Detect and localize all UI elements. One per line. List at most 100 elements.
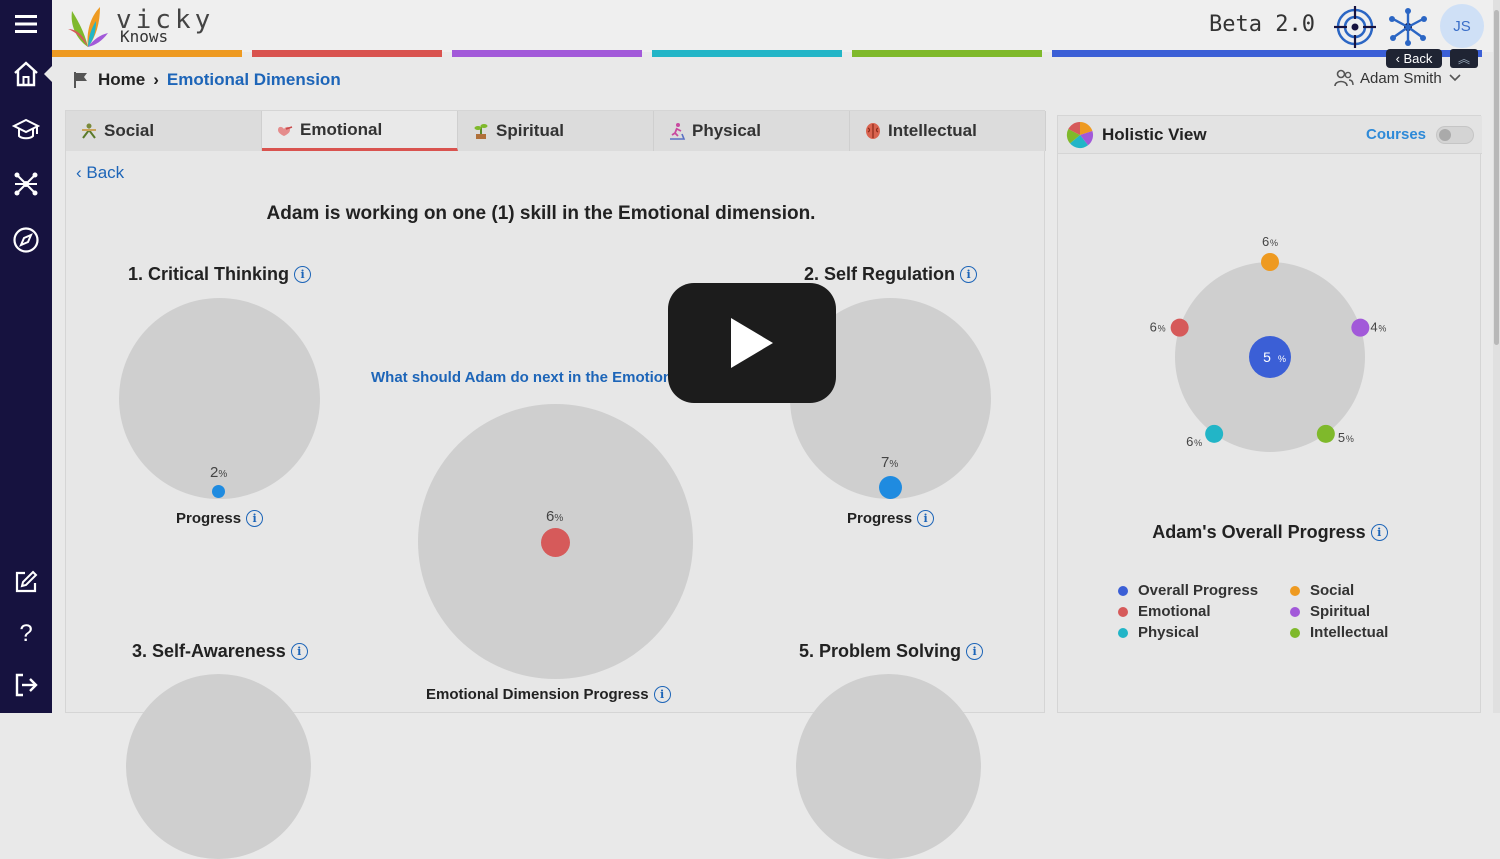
skill-title-label: 2. Self Regulation — [804, 264, 956, 284]
emotional-icon — [278, 125, 293, 136]
info-icon[interactable]: i — [290, 643, 308, 660]
legend-label: Physical — [1138, 624, 1199, 641]
info-icon[interactable]: i — [917, 510, 935, 527]
play-icon — [731, 318, 773, 368]
user-avatar[interactable]: JS — [1440, 4, 1484, 48]
dimension-point-physical — [1205, 424, 1224, 443]
skill-bubble-self-awareness[interactable] — [126, 674, 311, 859]
compass-icon[interactable] — [8, 222, 44, 258]
skill-title-problem-solving: 5. Problem Solving i — [799, 641, 984, 662]
legend-dot — [1118, 627, 1128, 638]
brand-stripe-segment — [852, 50, 1042, 57]
tab-emotional-label: Emotional — [300, 119, 383, 139]
legend-dot — [1118, 606, 1128, 617]
vicky-knows-logo[interactable]: vicky Knows — [66, 0, 214, 52]
percent-sign: % — [1194, 438, 1202, 448]
tab-intellectual[interactable]: Intellectual — [850, 111, 1046, 151]
tab-social[interactable]: Social — [66, 111, 262, 151]
courses-toggle[interactable] — [1436, 126, 1474, 144]
skill-title-label: 3. Self-Awareness — [132, 641, 286, 661]
legend-item: Intellectual — [1290, 624, 1430, 641]
dimension-progress-dot — [541, 528, 570, 557]
info-icon[interactable]: i — [1370, 524, 1388, 541]
skill-title-label: 1. Critical Thinking — [128, 264, 290, 284]
legend-dot — [1290, 627, 1300, 638]
skill-bubble-problem-solving[interactable] — [796, 674, 981, 859]
breadcrumb-separator: › — [153, 70, 159, 89]
sidebar-active-marker — [44, 66, 52, 82]
dimension-progress-label: Emotional Dimension Progress i — [426, 686, 671, 703]
brand-stripe-segment — [252, 50, 442, 57]
users-icon — [1334, 69, 1354, 87]
info-icon[interactable]: i — [960, 266, 978, 283]
info-icon[interactable]: i — [294, 266, 312, 283]
brand-stripe-segment — [652, 50, 842, 57]
dimension-point-value: 6 — [1186, 434, 1193, 449]
edit-icon[interactable] — [8, 564, 44, 600]
legend-label: Spiritual — [1310, 603, 1371, 620]
dimension-point-value: 6 — [1262, 234, 1269, 249]
dimension-point-value: 5 — [1338, 430, 1345, 445]
holistic-legend: Overall Progress Social Emotional Spiritual… — [1118, 582, 1438, 641]
dimension-headline: Adam is working on one (1) skill in the … — [266, 203, 816, 224]
back-link-label: Back — [86, 163, 125, 182]
user-menu[interactable]: Adam Smith — [1334, 69, 1462, 87]
breadcrumb-current: Emotional Dimension — [166, 70, 341, 89]
breadcrumb-home[interactable]: Home — [98, 70, 145, 90]
skill-percent-self-regulation: 7% — [881, 454, 899, 471]
brand-stripe-segment — [452, 50, 642, 57]
dimension-panel: Social Emotional Spiritual Physical Inte… — [65, 110, 1046, 859]
legend-item: Emotional — [1118, 603, 1290, 620]
network-icon[interactable] — [8, 166, 44, 202]
back-link[interactable]: ‹ Back — [76, 163, 124, 183]
dimension-point-spiritual — [1351, 318, 1370, 337]
info-icon[interactable]: i — [246, 510, 264, 527]
holistic-view-panel: Holistic View Courses 5% 6% 4% 5% 6% 6% Adam'… — [1057, 115, 1482, 713]
legend-label: Emotional — [1138, 603, 1211, 620]
home-icon[interactable] — [8, 56, 44, 92]
help-icon[interactable]: ? — [8, 616, 44, 652]
tab-physical[interactable]: Physical — [654, 111, 850, 151]
brand-stripe-segment — [52, 50, 242, 57]
overall-progress-title: Adam's Overall Progress i — [1058, 522, 1482, 543]
tab-intellectual-label: Intellectual — [888, 121, 977, 140]
skill-progress-label: Progress i — [847, 510, 935, 527]
page-scrollbar[interactable] — [1493, 0, 1500, 713]
scrollbar-thumb[interactable] — [1494, 10, 1499, 345]
info-icon[interactable]: i — [966, 643, 984, 660]
skill-title-label: 5. Problem Solving — [799, 641, 962, 661]
next-step-link[interactable]: What should Adam do next in the Emotiona… — [371, 369, 698, 386]
header-back-button[interactable]: ‹ Back — [1386, 49, 1442, 68]
menu-icon[interactable] — [8, 6, 44, 42]
target-icon[interactable] — [1333, 5, 1377, 49]
legend-item: Social — [1290, 582, 1430, 599]
graduation-cap-icon[interactable] — [8, 112, 44, 148]
holistic-view-title: Holistic View — [1102, 125, 1207, 144]
logo-mark-icon — [68, 7, 108, 47]
tab-emotional[interactable]: Emotional — [262, 111, 458, 151]
spiritual-icon — [474, 124, 488, 139]
intellectual-icon — [866, 123, 880, 139]
network-hub-icon[interactable] — [1386, 5, 1430, 49]
chevron-down-icon — [1449, 74, 1461, 82]
breadcrumb: Home › Emotional Dimension — [72, 68, 341, 92]
pie-chart-icon — [1066, 121, 1094, 149]
scroll-up-icon[interactable]: ︽ — [1450, 49, 1478, 68]
skill-progress-dot-critical-thinking — [212, 485, 225, 498]
brand-color-stripe — [52, 50, 1495, 57]
info-icon[interactable]: i — [653, 686, 671, 703]
dimension-percent: 6% — [546, 508, 564, 525]
toggle-knob — [1439, 129, 1451, 141]
logout-icon[interactable] — [8, 667, 44, 703]
percent-sign: % — [1278, 354, 1286, 364]
tab-spiritual[interactable]: Spiritual — [458, 111, 654, 151]
holistic-radar-chart: 5 %6 %4 %5 %6 %6% — [1150, 234, 1386, 452]
dimension-point-social — [1261, 253, 1279, 271]
social-icon — [82, 123, 96, 139]
dimension-point-value: 4 — [1370, 320, 1377, 335]
legend-dot — [1290, 585, 1300, 596]
tab-spiritual-label: Spiritual — [496, 121, 565, 140]
video-play-button[interactable] — [668, 283, 836, 403]
legend-label: Overall Progress — [1138, 582, 1259, 599]
courses-toggle-label: Courses — [1366, 126, 1427, 143]
